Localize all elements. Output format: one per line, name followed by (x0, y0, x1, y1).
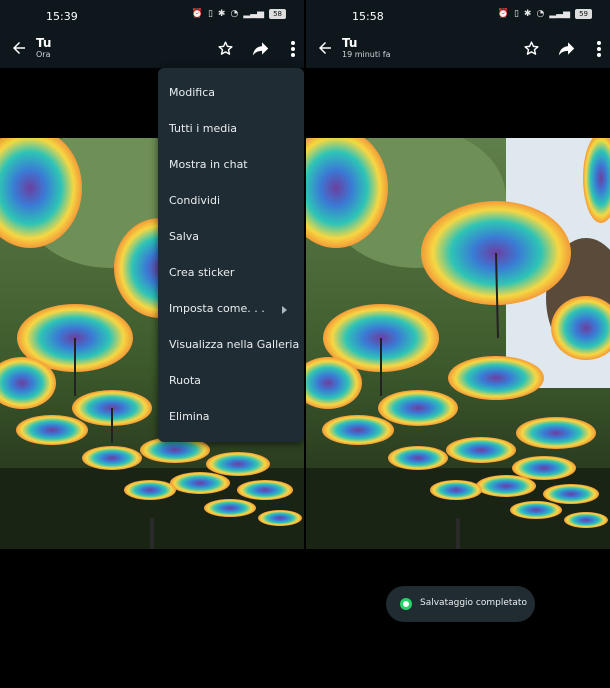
menu-item-imposta-come[interactable]: Imposta come. . . (169, 302, 265, 315)
signal-icon: ▂▃▅ (243, 9, 265, 19)
share-icon[interactable] (251, 40, 270, 57)
chat-title: Tu (36, 36, 52, 50)
bluetooth-icon: ✱ (523, 9, 532, 19)
battery-icon: 59 (575, 9, 592, 19)
menu-item-mostra-in-chat[interactable]: Mostra in chat (169, 158, 248, 171)
wifi-icon: ◔ (536, 9, 545, 19)
bluetooth-icon: ✱ (217, 9, 226, 19)
vibrate-icon: ▯ (513, 9, 519, 19)
star-icon[interactable] (523, 40, 540, 57)
submenu-arrow-icon (282, 306, 287, 314)
status-time: 15:58 (352, 10, 384, 23)
back-arrow-icon[interactable] (10, 39, 28, 57)
menu-item-modifica[interactable]: Modifica (169, 86, 215, 99)
star-icon[interactable] (217, 40, 234, 57)
more-vert-icon[interactable] (290, 40, 296, 58)
chat-title: Tu (342, 36, 358, 50)
menu-item-tutti-i-media[interactable]: Tutti i media (169, 122, 237, 135)
status-bar: 15:39 ⏰ ▯ ✱ ◔ ▂▃▅ 58 (0, 0, 304, 32)
battery-icon: 58 (269, 9, 286, 19)
back-arrow-icon[interactable] (316, 39, 334, 57)
more-vert-icon[interactable] (596, 40, 602, 58)
media-timestamp: 19 minuti fa (342, 50, 391, 59)
menu-item-salva[interactable]: Salva (169, 230, 199, 243)
umbrella-photo (306, 138, 610, 549)
status-icons: ⏰ ▯ ✱ ◔ ▂▃▅ 59 (498, 9, 592, 19)
menu-item-visualizza-galleria[interactable]: Visualizza nella Galleria (169, 338, 299, 351)
menu-item-elimina[interactable]: Elimina (169, 410, 210, 423)
alarm-icon: ⏰ (497, 9, 509, 19)
menu-item-crea-sticker[interactable]: Crea sticker (169, 266, 234, 279)
media-viewer-header: Tu 19 minuti fa (306, 32, 610, 68)
save-toast: Salvataggio completato (386, 586, 535, 622)
status-icons: ⏰ ▯ ✱ ◔ ▂▃▅ 58 (192, 9, 286, 19)
share-icon[interactable] (557, 40, 576, 57)
media-viewer-header: Tu Ora (0, 32, 304, 68)
signal-icon: ▂▃▅ (549, 9, 571, 19)
media-timestamp: Ora (36, 50, 51, 59)
status-time: 15:39 (46, 10, 78, 23)
status-bar: 15:58 ⏰ ▯ ✱ ◔ ▂▃▅ 59 (306, 0, 610, 32)
vibrate-icon: ▯ (207, 9, 213, 19)
umbrella-photo-image (306, 138, 610, 549)
wifi-icon: ◔ (230, 9, 239, 19)
toast-message: Salvataggio completato (420, 598, 527, 608)
overflow-menu: Modifica Tutti i media Mostra in chat Co… (158, 68, 304, 442)
right-screenshot: 15:58 ⏰ ▯ ✱ ◔ ▂▃▅ 59 Tu 19 minuti fa (306, 0, 610, 688)
whatsapp-icon (400, 598, 412, 610)
menu-item-condividi[interactable]: Condividi (169, 194, 220, 207)
alarm-icon: ⏰ (191, 9, 203, 19)
menu-item-ruota[interactable]: Ruota (169, 374, 201, 387)
